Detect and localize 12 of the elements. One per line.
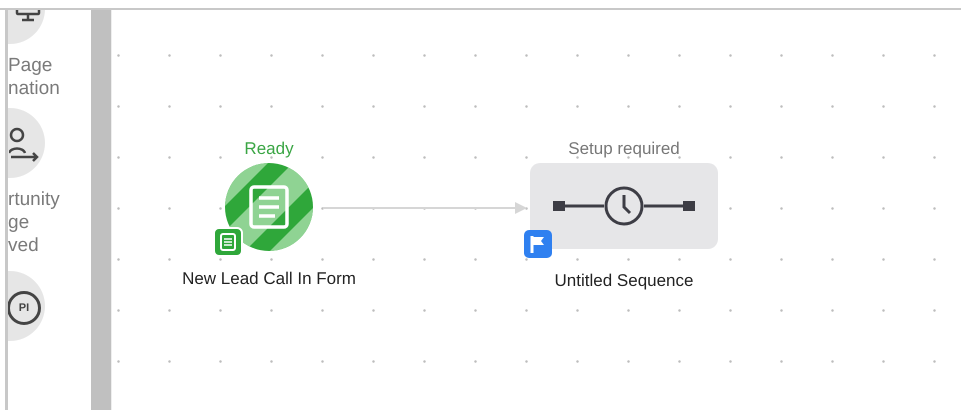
- form-badge-icon: [213, 227, 243, 257]
- timeline-clock-icon: [553, 186, 695, 226]
- node-label: Untitled Sequence: [554, 271, 694, 291]
- sidebar-item-label[interactable]: rtunity ge ved: [8, 188, 91, 257]
- scrollbar[interactable]: [91, 10, 111, 410]
- node-status: Setup required: [568, 139, 680, 159]
- sidebar-item-label[interactable]: Page nation: [8, 54, 91, 100]
- flag-badge-icon: [523, 229, 553, 259]
- node-label: New Lead Call In Form: [182, 269, 356, 289]
- api-icon: PI: [8, 291, 41, 325]
- sequence-node[interactable]: [530, 163, 718, 249]
- node-status: Ready: [244, 139, 294, 159]
